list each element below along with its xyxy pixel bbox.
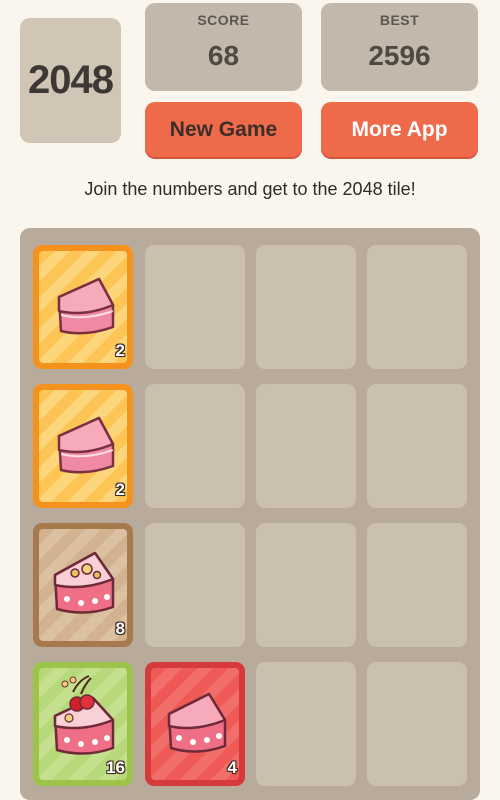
grid-cell bbox=[145, 384, 245, 508]
tile-value: 16 bbox=[106, 758, 125, 777]
grid-cell bbox=[256, 523, 356, 647]
tile-4: 4 bbox=[145, 662, 245, 786]
tile-value: 2 bbox=[115, 480, 125, 499]
instruction-text: Join the numbers and get to the 2048 til… bbox=[84, 179, 416, 199]
grid-cell bbox=[367, 245, 467, 369]
grid-cell bbox=[367, 662, 467, 786]
grid-cell bbox=[145, 245, 245, 369]
tile-value: 8 bbox=[115, 619, 125, 638]
grid-cell bbox=[256, 662, 356, 786]
grid-cell bbox=[145, 523, 245, 647]
grid-cell bbox=[367, 523, 467, 647]
grid-cell bbox=[256, 245, 356, 369]
tile-value: 2 bbox=[115, 341, 125, 360]
best-box: BEST 2596 bbox=[321, 3, 478, 91]
tile-16: 16 bbox=[33, 662, 133, 786]
tile-2: 2 bbox=[33, 245, 133, 369]
more-app-button[interactable]: More App bbox=[321, 102, 478, 157]
grid-cell bbox=[367, 384, 467, 508]
tile-8: 8 bbox=[33, 523, 133, 647]
score-value: 68 bbox=[207, 40, 240, 71]
score-box: SCORE 68 bbox=[145, 3, 302, 91]
game-logo: 2048 bbox=[20, 18, 121, 143]
grid-cell bbox=[256, 384, 356, 508]
score-label: SCORE bbox=[197, 12, 250, 28]
best-label: BEST bbox=[379, 12, 420, 28]
new-game-button[interactable]: New Game bbox=[145, 102, 302, 157]
best-value: 2596 bbox=[368, 40, 431, 71]
game-board[interactable]: 2 2 8 16 4 bbox=[20, 228, 480, 800]
tile-value: 4 bbox=[227, 758, 237, 777]
tile-2: 2 bbox=[33, 384, 133, 508]
